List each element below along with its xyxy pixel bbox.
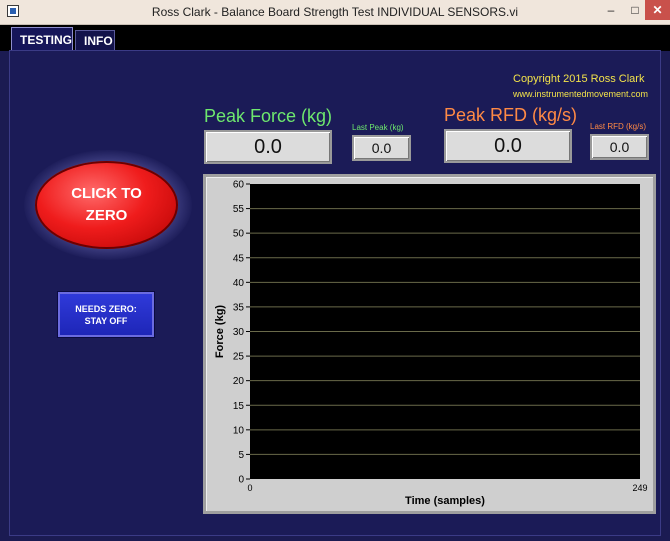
y-tick-label: 50 [233,229,245,240]
peak-force-indicator: 0.0 [204,130,332,164]
y-axis-label: Force (kg) [214,305,226,359]
y-axis-ticks: 0 5 10 15 20 25 30 35 40 45 50 55 60 [233,180,250,486]
status-indicator: NEEDS ZERO: STAY OFF [58,292,154,337]
y-tick-label: 35 [233,302,245,313]
maximize-button[interactable]: □ [624,0,646,20]
peak-rfd-label: Peak RFD (kg/s) [444,105,578,125]
x-tick-label: 0 [247,483,252,493]
y-tick-label: 55 [233,204,245,215]
click-to-zero-button[interactable]: CLICK TO ZERO [35,161,178,249]
y-tick-label: 25 [233,352,245,363]
last-rfd-indicator: 0.0 [590,134,649,160]
last-peak-label: Last Peak (kg) [352,123,404,132]
website-text: www.instrumentedmovement.com [513,89,649,99]
tab-info[interactable]: INFO [75,30,115,51]
window-title: Ross Clark - Balance Board Strength Test… [151,5,519,19]
status-label: NEEDS ZERO: STAY OFF [75,303,137,326]
x-axis-label: Time (samples) [405,495,485,507]
x-axis-ticks: 0 249 [247,483,647,493]
x-tick-label: 249 [632,483,647,493]
window-title-bar: Ross Clark - Balance Board Strength Test… [0,0,670,25]
y-tick-label: 30 [233,327,245,338]
minimize-button[interactable]: – [598,0,624,20]
last-rfd-label: Last RFD (kg/s) [590,122,647,131]
y-tick-label: 15 [233,401,245,412]
y-tick-label: 5 [238,450,244,461]
y-tick-label: 45 [233,253,245,264]
y-tick-label: 60 [233,180,245,191]
tab-testing[interactable]: TESTING [11,27,73,51]
close-button[interactable]: ✕ [645,0,670,20]
zero-button-label: CLICK TO ZERO [71,185,142,224]
last-peak-indicator: 0.0 [352,135,411,161]
y-tick-label: 0 [238,475,244,486]
peak-rfd-indicator: 0.0 [444,129,572,163]
tab-bar: TESTING INFO [0,25,670,51]
y-tick-label: 20 [233,376,245,387]
copyright-text: Copyright 2015 Ross Clark [513,73,645,85]
peak-force-label: Peak Force (kg) [204,106,333,126]
force-chart: 0 5 10 15 20 25 30 35 40 45 50 55 60 0 249 Force (kg)… [214,180,648,508]
y-tick-label: 10 [233,425,245,436]
y-tick-label: 40 [233,278,245,289]
